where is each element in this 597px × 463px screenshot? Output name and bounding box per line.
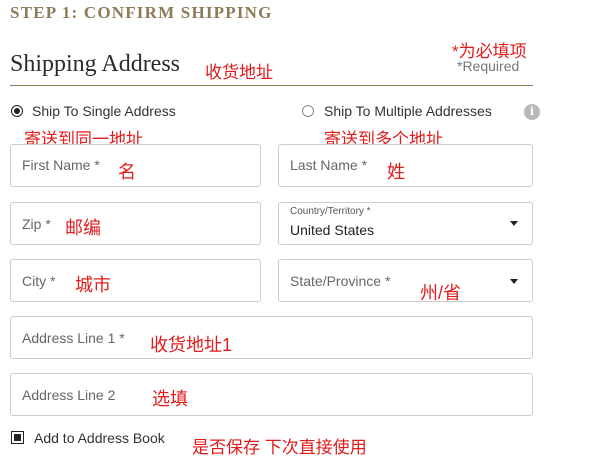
- zip-placeholder: Zip *: [22, 216, 51, 232]
- address-line-2-annotation: 选填: [152, 389, 188, 409]
- chevron-down-icon: [510, 279, 518, 284]
- ship-multiple-radio[interactable]: [302, 105, 314, 117]
- first-name-placeholder: First Name *: [22, 157, 100, 173]
- address-line-1-placeholder: Address Line 1 *: [22, 330, 125, 346]
- section-title: Shipping Address: [10, 51, 181, 77]
- country-label: Country/Territory *: [290, 206, 371, 217]
- chevron-down-icon: [510, 221, 518, 226]
- add-to-address-book-checkbox[interactable]: [11, 431, 24, 444]
- section-title-annotation: 收货地址: [205, 63, 273, 82]
- ship-single-label[interactable]: Ship To Single Address: [32, 103, 176, 119]
- city-placeholder: City *: [22, 273, 56, 289]
- first-name-annotation: 名: [118, 162, 136, 182]
- required-note: *Required: [457, 58, 520, 74]
- city-annotation: 城市: [75, 275, 111, 295]
- zip-annotation: 邮编: [65, 218, 101, 238]
- address-book-annotation: 是否保存 下次直接使用: [192, 438, 367, 457]
- last-name-placeholder: Last Name *: [290, 157, 368, 173]
- ship-single-radio[interactable]: [11, 105, 23, 117]
- ship-multiple-label[interactable]: Ship To Multiple Addresses: [324, 103, 492, 119]
- country-value: United States: [290, 222, 375, 238]
- divider: [10, 85, 533, 86]
- add-to-address-book-label[interactable]: Add to Address Book: [34, 430, 165, 446]
- info-icon[interactable]: i: [524, 104, 540, 120]
- address-line-1-annotation: 收货地址1: [150, 335, 233, 355]
- step-title: STEP 1: CONFIRM SHIPPING: [10, 3, 273, 22]
- state-annotation: 州/省: [420, 283, 462, 303]
- address-line-2-placeholder: Address Line 2: [22, 387, 116, 403]
- state-placeholder: State/Province *: [290, 273, 391, 289]
- last-name-annotation: 姓: [387, 162, 405, 182]
